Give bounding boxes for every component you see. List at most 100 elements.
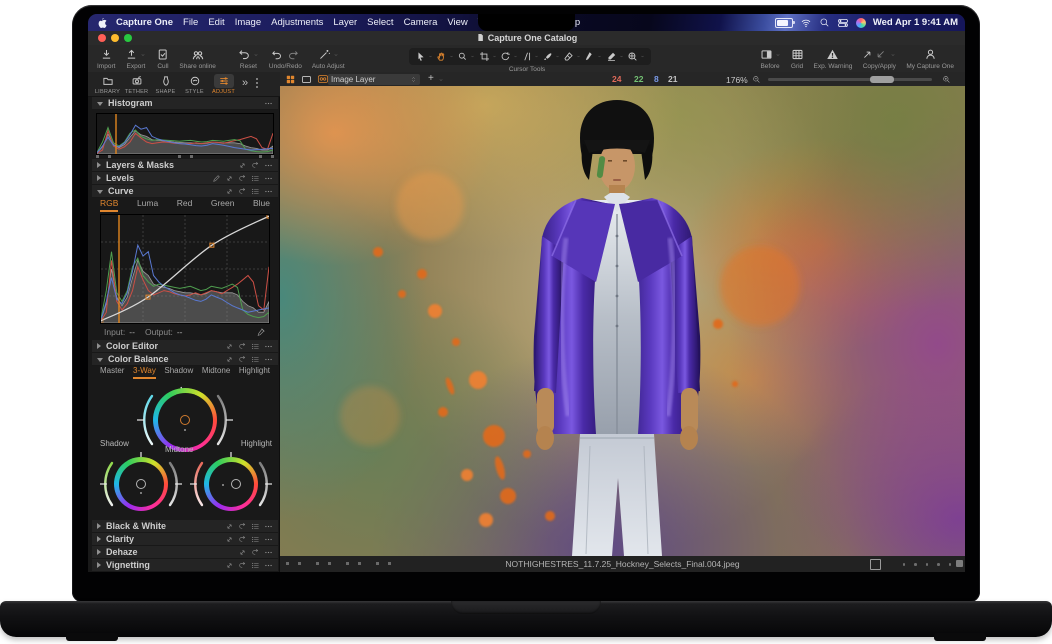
more-icon[interactable] [264,355,273,364]
apple-menu-icon[interactable] [96,16,109,29]
menu-file[interactable]: File [178,17,203,28]
import-button[interactable]: Import [92,45,120,70]
copy-adjustments-icon[interactable] [225,187,234,196]
menu-select[interactable]: Select [362,17,398,28]
copy-adjustments-icon[interactable] [225,174,234,183]
more-icon[interactable] [264,99,273,108]
reset-icon[interactable] [238,561,247,570]
curve-tab-luma[interactable]: Luma [137,198,158,212]
erase-mask-tool[interactable] [563,51,581,62]
crop-tool[interactable] [479,51,497,62]
panel-header-dehaze[interactable]: Dehaze [92,546,278,559]
panel-header-clarity[interactable]: Clarity [92,533,278,546]
zoom-out-icon[interactable] [752,75,761,84]
reset-icon[interactable] [251,548,260,557]
more-icon[interactable] [264,342,273,351]
menu-image[interactable]: Image [230,17,266,28]
star-rating[interactable] [903,563,952,566]
presets-icon[interactable] [251,174,260,183]
shadow-wheel-handle[interactable] [136,479,146,489]
share-online-button[interactable]: Share online [174,45,221,70]
menu-capture-one[interactable]: Capture One [111,17,178,28]
rotate-tool[interactable] [500,51,518,62]
curve-tab-green[interactable]: Green [211,198,235,212]
pan-tool[interactable] [436,51,454,62]
color-tag[interactable] [956,560,963,567]
cb-tab-highlight[interactable]: Highlight [239,366,270,379]
midtone-wheel-handle[interactable] [180,415,190,425]
my-capture-one-button[interactable]: My Capture One [901,45,959,70]
panel-header-vignetting[interactable]: Vignetting [92,559,278,572]
reset-icon[interactable] [238,522,247,531]
copy-adjustments-icon[interactable] [225,535,234,544]
zoom-slider-thumb[interactable] [870,76,894,83]
presets-icon[interactable] [251,535,260,544]
menu-camera[interactable]: Camera [399,17,443,28]
panel-header-black-white[interactable]: Black & White [92,520,278,533]
tab-shape[interactable]: SHAPE [151,72,180,95]
curve-tab-rgb[interactable]: RGB [100,198,118,212]
auto-adjust-button[interactable]: Auto Adjust [307,45,350,70]
siri-icon[interactable] [856,18,866,28]
battery-icon[interactable] [775,18,793,28]
menu-adjustments[interactable]: Adjustments [266,17,328,28]
annotation-tool[interactable] [627,51,645,62]
presets-icon[interactable] [251,187,260,196]
more-icon[interactable] [264,548,273,557]
copy-adjustments-icon[interactable] [225,561,234,570]
control-center-icon[interactable] [837,17,849,29]
multi-view-icon[interactable] [285,74,296,85]
copy-adjustments-icon[interactable] [225,355,234,364]
menu-bar-clock[interactable]: Wed Apr 1 9:41 AM [873,17,958,28]
more-icon[interactable] [264,174,273,183]
menu-view[interactable]: View [442,17,472,28]
cb-tab-midtone[interactable]: Midtone [202,366,230,379]
spotlight-icon[interactable] [819,17,830,28]
eyedropper-icon[interactable] [256,327,266,337]
copy-adjustments-icon[interactable] [238,548,247,557]
panel-header-histogram[interactable]: Histogram [92,97,278,110]
reset-button[interactable]: Reset [233,45,264,70]
image-canvas[interactable] [280,86,965,556]
panel-header-curve[interactable]: Curve [92,185,278,198]
reset-icon[interactable] [238,535,247,544]
cb-tab-3way[interactable]: 3-Way [133,366,156,379]
tab-tether[interactable]: TETHER [122,72,151,95]
cb-tab-shadow[interactable]: Shadow [164,366,193,379]
heal-tool[interactable] [606,51,624,62]
layer-dropdown[interactable]: Image Layer [328,74,420,85]
reset-icon[interactable] [238,187,247,196]
reset-icon[interactable] [251,161,260,170]
undo-icon[interactable] [271,49,283,61]
cull-button[interactable]: Cull [151,45,174,70]
presets-icon[interactable] [251,561,260,570]
straighten-tool[interactable] [521,51,539,62]
zoom-slider[interactable] [768,78,932,81]
curve-tab-blue[interactable]: Blue [253,198,270,212]
panel-header-levels[interactable]: Levels [92,172,278,185]
copy-adjustments-icon[interactable] [225,342,234,351]
presets-icon[interactable] [251,342,260,351]
grid-button[interactable]: Grid [786,45,809,70]
add-layer-button[interactable]: + [428,73,434,84]
exposure-warning-button[interactable]: Exp. Warning [809,45,858,70]
more-icon[interactable] [264,187,273,196]
curve-tab-red[interactable]: Red [177,198,193,212]
export-button[interactable]: Export [120,45,151,70]
zoom-in-icon[interactable] [942,75,951,84]
select-tool[interactable] [415,51,433,62]
copy-adjustments-icon[interactable] [225,522,234,531]
zoom-tool[interactable] [457,51,475,62]
before-button[interactable]: Before [755,45,786,70]
redo-icon[interactable] [287,49,299,61]
undo-redo-buttons[interactable]: Undo/Redo [264,45,307,70]
copy-apply-button[interactable]: Copy/Apply [857,45,901,70]
single-view-icon[interactable] [301,74,312,85]
panel-header-layers-masks[interactable]: Layers & Masks [92,159,278,172]
chevron-down-icon[interactable] [438,77,444,83]
more-icon[interactable] [264,561,273,570]
menu-layer[interactable]: Layer [328,17,362,28]
more-icon[interactable] [264,161,273,170]
edit-selected-checkbox[interactable] [870,559,881,570]
tab-adjust[interactable]: ADJUST [209,72,238,95]
